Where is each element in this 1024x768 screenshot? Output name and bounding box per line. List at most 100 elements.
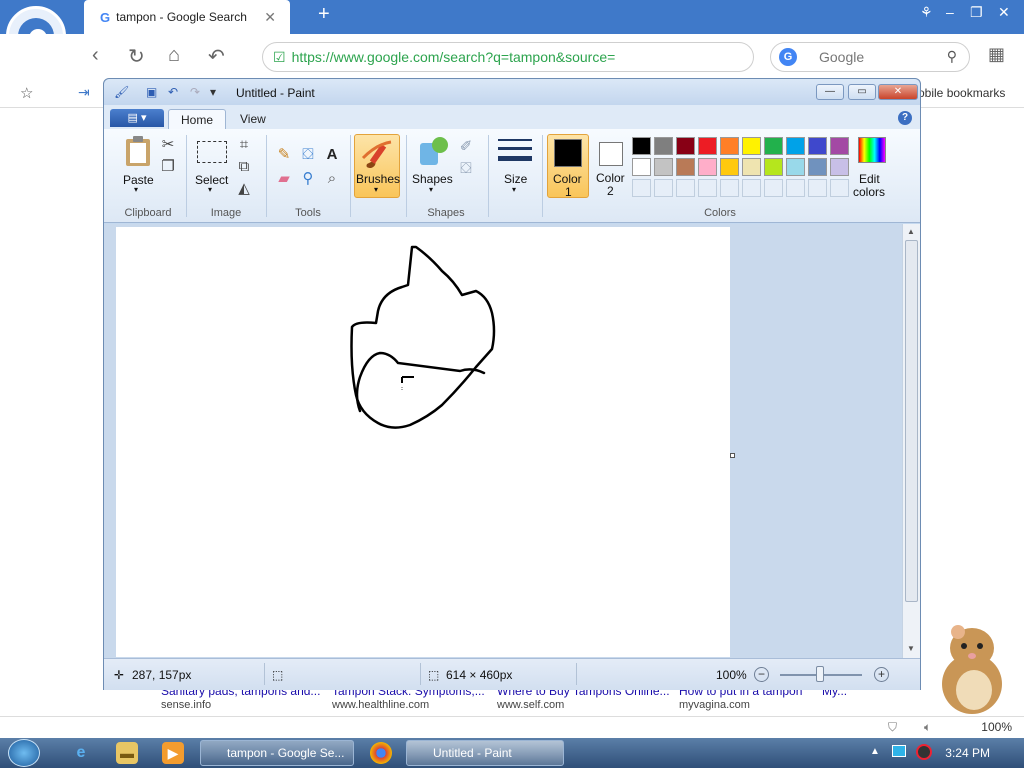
restore-icon[interactable]: ❐ — [970, 4, 983, 21]
save-icon[interactable]: ▣ — [146, 85, 157, 99]
palette-swatch[interactable] — [720, 137, 739, 155]
zoom-in-button[interactable]: + — [874, 667, 889, 682]
reload-icon[interactable]: ↻ — [128, 44, 145, 69]
palette-swatch[interactable] — [632, 137, 651, 155]
palette-swatch[interactable] — [698, 137, 717, 155]
file-explorer-icon[interactable]: ▬ — [116, 742, 138, 764]
color1-button[interactable]: Color 1 — [547, 134, 589, 199]
browser-zoom-level[interactable]: 100% — [981, 720, 1012, 734]
palette-swatch[interactable] — [676, 158, 695, 176]
fill-shape-icon[interactable]: ⛋ — [456, 159, 476, 179]
fill-icon[interactable]: ⛋ — [298, 145, 318, 165]
shapes-button[interactable]: Shapes ▾ — [410, 135, 456, 199]
paint-titlebar[interactable]: 🖌︎ ▣ ↶ ↷ ▾ Untitled - Paint — ▭ ✕ — [104, 79, 920, 105]
star-icon[interactable]: ☆ — [20, 84, 33, 102]
palette-swatch[interactable] — [632, 179, 651, 197]
palette-swatch[interactable] — [654, 179, 673, 197]
tray-app-icon[interactable] — [916, 744, 932, 760]
magnifier-icon[interactable]: ⌕ — [322, 169, 342, 189]
outline-icon[interactable]: ✐ — [456, 137, 476, 157]
rotate-icon[interactable]: ◭ — [234, 179, 254, 199]
zoom-slider-thumb[interactable] — [816, 666, 824, 682]
palette-swatch[interactable] — [654, 137, 673, 155]
palette-swatch[interactable] — [698, 179, 717, 197]
taskbar-browser-task[interactable]: tampon - Google Se... — [200, 740, 354, 766]
hamster-mascot-icon[interactable] — [924, 618, 1020, 718]
palette-swatch[interactable] — [808, 179, 827, 197]
palette-swatch[interactable] — [632, 158, 651, 176]
mobile-bookmarks-link[interactable]: obile bookmarks — [918, 86, 1005, 100]
eraser-icon[interactable]: ▰ — [274, 169, 294, 189]
help-icon[interactable]: ? — [898, 111, 912, 125]
palette-swatch[interactable] — [764, 137, 783, 155]
palette-swatch[interactable] — [786, 137, 805, 155]
media-player-icon[interactable]: ▶ — [162, 742, 184, 764]
minimize-icon[interactable]: – — [946, 4, 954, 20]
select-button[interactable]: Select ▾ — [192, 135, 232, 199]
skin-icon[interactable]: ⚘ — [920, 4, 933, 21]
palette-swatch[interactable] — [742, 137, 761, 155]
paint-maximize-button[interactable]: ▭ — [848, 84, 876, 100]
tab-view[interactable]: View — [228, 109, 278, 129]
close-icon[interactable]: ✕ — [998, 4, 1010, 21]
tab-close-icon[interactable]: ✕ — [264, 9, 276, 26]
palette-swatch[interactable] — [742, 179, 761, 197]
palette-swatch[interactable] — [742, 158, 761, 176]
color2-button[interactable]: Color 2 — [590, 134, 630, 198]
taskbar-paint-task[interactable]: Untitled - Paint — [406, 740, 564, 766]
scroll-up-icon[interactable]: ▲ — [907, 227, 915, 236]
tray-arrow-icon[interactable]: ▲ — [870, 746, 880, 757]
paint-file-menu-button[interactable]: ▤ ▾ — [110, 109, 164, 127]
palette-swatch[interactable] — [676, 179, 695, 197]
palette-swatch[interactable] — [786, 179, 805, 197]
resize-icon[interactable]: ⧉ — [234, 157, 254, 177]
paste-button[interactable]: Paste ▾ — [114, 135, 162, 199]
text-icon[interactable]: A — [322, 145, 342, 165]
scroll-down-icon[interactable]: ▼ — [907, 644, 915, 653]
address-bar[interactable]: ☑ https://www.google.com/search?q=tampon… — [262, 42, 754, 72]
edit-colors-button[interactable]: Edit colors — [846, 135, 898, 199]
palette-swatch[interactable] — [808, 158, 827, 176]
palette-swatch[interactable] — [676, 137, 695, 155]
vertical-scrollbar[interactable]: ▲ ▼ — [902, 224, 920, 658]
palette-swatch[interactable] — [808, 137, 827, 155]
brushes-button[interactable]: Brushes ▾ — [354, 134, 400, 198]
drawing-canvas[interactable] — [116, 227, 735, 657]
palette-swatch[interactable] — [720, 179, 739, 197]
extensions-grid-icon[interactable]: ▦ — [988, 44, 1005, 65]
crop-icon[interactable]: ⌗ — [234, 135, 254, 155]
speaker-icon[interactable]: 🔈︎ — [924, 720, 931, 735]
paint-minimize-button[interactable]: — — [816, 84, 844, 100]
cut-icon[interactable]: ✂ — [158, 135, 178, 155]
color-picker-icon[interactable]: ⚲ — [298, 169, 318, 189]
palette-swatch[interactable] — [654, 158, 673, 176]
palette-swatch[interactable] — [720, 158, 739, 176]
palette-swatch[interactable] — [764, 158, 783, 176]
pencil-icon[interactable]: ✎ — [274, 145, 294, 165]
copy-icon[interactable]: ❐ — [158, 157, 178, 177]
browser-tab[interactable]: G tampon - Google Search ✕ — [84, 0, 290, 34]
scroll-thumb[interactable] — [905, 240, 918, 602]
undo-close-icon[interactable]: ↶ — [208, 44, 225, 69]
palette-swatch[interactable] — [786, 158, 805, 176]
bookmark-import-icon[interactable]: ⇥ — [78, 84, 90, 101]
size-button[interactable]: Size ▾ — [494, 135, 536, 199]
tab-home[interactable]: Home — [168, 109, 227, 129]
chrome-icon[interactable] — [370, 742, 392, 764]
search-input[interactable]: G Google ⚲ — [770, 42, 970, 72]
shield-icon[interactable]: ⛉ — [888, 720, 897, 735]
undo-icon[interactable]: ↶ — [168, 85, 178, 99]
back-icon[interactable]: ‹ — [92, 44, 99, 67]
google-engine-icon[interactable]: G — [779, 48, 797, 66]
palette-swatch[interactable] — [698, 158, 717, 176]
zoom-out-button[interactable]: − — [754, 667, 769, 682]
home-icon[interactable]: ⌂ — [168, 44, 180, 67]
search-icon[interactable]: ⚲ — [947, 48, 957, 65]
start-button[interactable] — [8, 739, 40, 767]
tray-network-icon[interactable] — [892, 745, 906, 757]
redo-icon[interactable]: ↷ — [190, 85, 200, 99]
customize-qat-icon[interactable]: ▾ — [210, 85, 216, 99]
palette-swatch[interactable] — [764, 179, 783, 197]
new-tab-icon[interactable]: + — [318, 3, 330, 26]
internet-explorer-icon[interactable]: e — [70, 742, 92, 764]
